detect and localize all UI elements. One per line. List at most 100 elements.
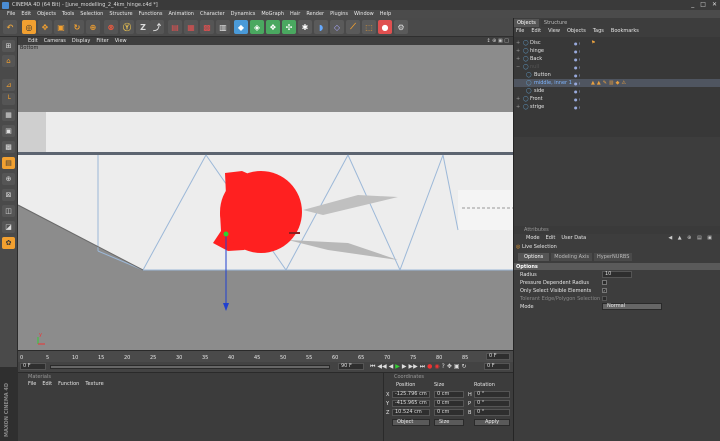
size-x-field[interactable]: 0 cm: [434, 391, 464, 398]
list-item[interactable]: ◯ middle, inner 1 ● ⁞ ▲▲✎▥◆⚠: [514, 79, 720, 87]
current-frame-field[interactable]: 0 F: [486, 353, 510, 360]
tab-objects[interactable]: Objects: [514, 19, 539, 27]
scene-icon[interactable]: ◇: [330, 20, 344, 34]
x-axis-icon[interactable]: ⊗: [104, 20, 118, 34]
attributes-menu-mode[interactable]: Mode: [526, 235, 540, 241]
viewport-bottom[interactable]: Bottom y: [18, 45, 513, 350]
attributes-menu-edit[interactable]: Edit: [546, 235, 556, 241]
start-frame-field[interactable]: 0 F: [20, 363, 46, 370]
size-mode-select[interactable]: Size: [434, 419, 464, 426]
only-visible-checkbox[interactable]: ✓: [602, 288, 607, 293]
position-z-field[interactable]: 10.524 cm: [392, 409, 430, 416]
mode-select[interactable]: Normal: [602, 303, 662, 310]
render-view-icon[interactable]: ▤: [168, 20, 182, 34]
menu-dynamics[interactable]: Dynamics: [231, 11, 256, 17]
list-item[interactable]: + ◯ Disc ● ⁞ ⚑: [514, 39, 720, 47]
deformer-icon[interactable]: ◗: [314, 20, 328, 34]
size-z-field[interactable]: 0 cm: [434, 409, 464, 416]
autokey-icon[interactable]: ◉: [434, 363, 439, 371]
record-icon[interactable]: ●: [427, 363, 432, 371]
floor-icon[interactable]: ⟋: [346, 20, 360, 34]
frame-range-slider[interactable]: [50, 365, 330, 369]
play-icon[interactable]: ▶: [395, 363, 400, 371]
coordinate-system-icon[interactable]: ⤴: [150, 20, 164, 34]
end-frame-field[interactable]: 90 F: [338, 363, 364, 370]
menu-structure[interactable]: Structure: [109, 11, 132, 17]
menu-plugins[interactable]: Plugins: [330, 11, 348, 17]
z-axis-icon[interactable]: Z: [136, 20, 150, 34]
live-selection-icon[interactable]: ◎: [22, 20, 36, 34]
keyframe-selection-icon[interactable]: ?: [442, 363, 445, 371]
next-key-icon[interactable]: ▶▶: [409, 363, 418, 371]
list-item[interactable]: ◯ Button ● ⁞: [514, 71, 720, 79]
menu-file[interactable]: File: [7, 11, 15, 17]
tab-hypernurbs[interactable]: HyperNURBS: [594, 253, 633, 261]
viewport-menu-edit[interactable]: Edit: [28, 38, 38, 44]
list-item[interactable]: − ◯ null ● ⁞: [514, 63, 720, 71]
prev-frame-icon[interactable]: ◀: [389, 363, 394, 371]
y-axis-icon[interactable]: Ⓨ: [120, 20, 134, 34]
scale-key-icon[interactable]: ▣: [454, 363, 460, 371]
tab-options[interactable]: Options: [518, 253, 550, 261]
viewport-menu-filter[interactable]: Filter: [96, 38, 108, 44]
rotation-h-field[interactable]: 0 °: [474, 391, 510, 398]
menu-hair[interactable]: Hair: [290, 11, 300, 17]
maximize-icon[interactable]: □: [700, 1, 706, 8]
menu-mograph[interactable]: MoGraph: [261, 11, 284, 17]
camera-icon[interactable]: ⬚: [362, 20, 376, 34]
objects-menu-file[interactable]: File: [516, 28, 524, 34]
menu-tools[interactable]: Tools: [62, 11, 74, 17]
materials-menu-file[interactable]: File: [28, 381, 36, 387]
undo-icon[interactable]: ↶: [3, 20, 17, 34]
materials-menu-texture[interactable]: Texture: [85, 381, 103, 387]
objects-menu-bookmarks[interactable]: Bookmarks: [611, 28, 639, 34]
position-x-field[interactable]: -125.796 cm: [392, 391, 430, 398]
menu-help[interactable]: Help: [380, 11, 391, 17]
array-icon[interactable]: ❖: [266, 20, 280, 34]
render-region-icon[interactable]: ▦: [184, 20, 198, 34]
current-field[interactable]: 0 F: [484, 363, 510, 370]
prev-key-icon[interactable]: ◀◀: [377, 363, 386, 371]
materials-menu-function[interactable]: Function: [58, 381, 79, 387]
menu-selection[interactable]: Selection: [80, 11, 103, 17]
pressure-checkbox[interactable]: [602, 280, 607, 285]
menu-animation[interactable]: Animation: [168, 11, 194, 17]
go-to-start-icon[interactable]: ⏮: [370, 363, 375, 371]
snap-icon[interactable]: ⊠: [2, 189, 15, 201]
position-key-icon[interactable]: ✥: [447, 363, 452, 371]
cube-primitive-icon[interactable]: ◆: [234, 20, 248, 34]
make-editable-icon[interactable]: ⊞: [2, 40, 15, 52]
radius-field[interactable]: 10: [602, 271, 632, 278]
axis-mode-icon[interactable]: ⊕: [2, 173, 15, 185]
viewport-menu-cameras[interactable]: Cameras: [44, 38, 66, 44]
render-settings-icon[interactable]: ▥: [216, 20, 230, 34]
list-item[interactable]: + ◯ Back ● ⁞: [514, 55, 720, 63]
objects-menu-tags[interactable]: Tags: [593, 28, 604, 34]
minimize-icon[interactable]: _: [691, 1, 694, 8]
hypernurbs-icon[interactable]: ✿: [2, 237, 15, 249]
scale-icon[interactable]: ▣: [54, 20, 68, 34]
uv-mode-icon[interactable]: ▤: [2, 157, 15, 169]
python-icon[interactable]: ⚙: [394, 20, 408, 34]
close-icon[interactable]: ✕: [712, 1, 717, 8]
edges-mode-icon[interactable]: ▣: [2, 125, 15, 137]
lock-workplane-icon[interactable]: ◫: [2, 205, 15, 217]
materials-menu-edit[interactable]: Edit: [42, 381, 52, 387]
rotate-icon[interactable]: ↻: [70, 20, 84, 34]
rotation-b-field[interactable]: 0 °: [474, 409, 510, 416]
workplane-icon[interactable]: └: [2, 93, 15, 105]
light-icon[interactable]: ●: [378, 20, 392, 34]
tab-structure[interactable]: Structure: [540, 19, 571, 27]
menu-character[interactable]: Character: [200, 11, 225, 17]
rotation-key-icon[interactable]: ↻: [462, 363, 467, 371]
apply-button[interactable]: Apply: [474, 419, 510, 426]
model-tool-icon[interactable]: ⌂: [2, 55, 15, 67]
recent-tool-icon[interactable]: ⊕: [86, 20, 100, 34]
subdivision-icon[interactable]: ◈: [250, 20, 264, 34]
viewport-menu-view[interactable]: View: [115, 38, 127, 44]
next-frame-icon[interactable]: ▶: [402, 363, 407, 371]
timeline-ruler[interactable]: 0 5 10 15 20 25 30 35 40 45 50 55 60 65 …: [18, 350, 513, 362]
menu-functions[interactable]: Functions: [139, 11, 163, 17]
size-y-field[interactable]: 0 cm: [434, 400, 464, 407]
render-picture-viewer-icon[interactable]: ▩: [200, 20, 214, 34]
